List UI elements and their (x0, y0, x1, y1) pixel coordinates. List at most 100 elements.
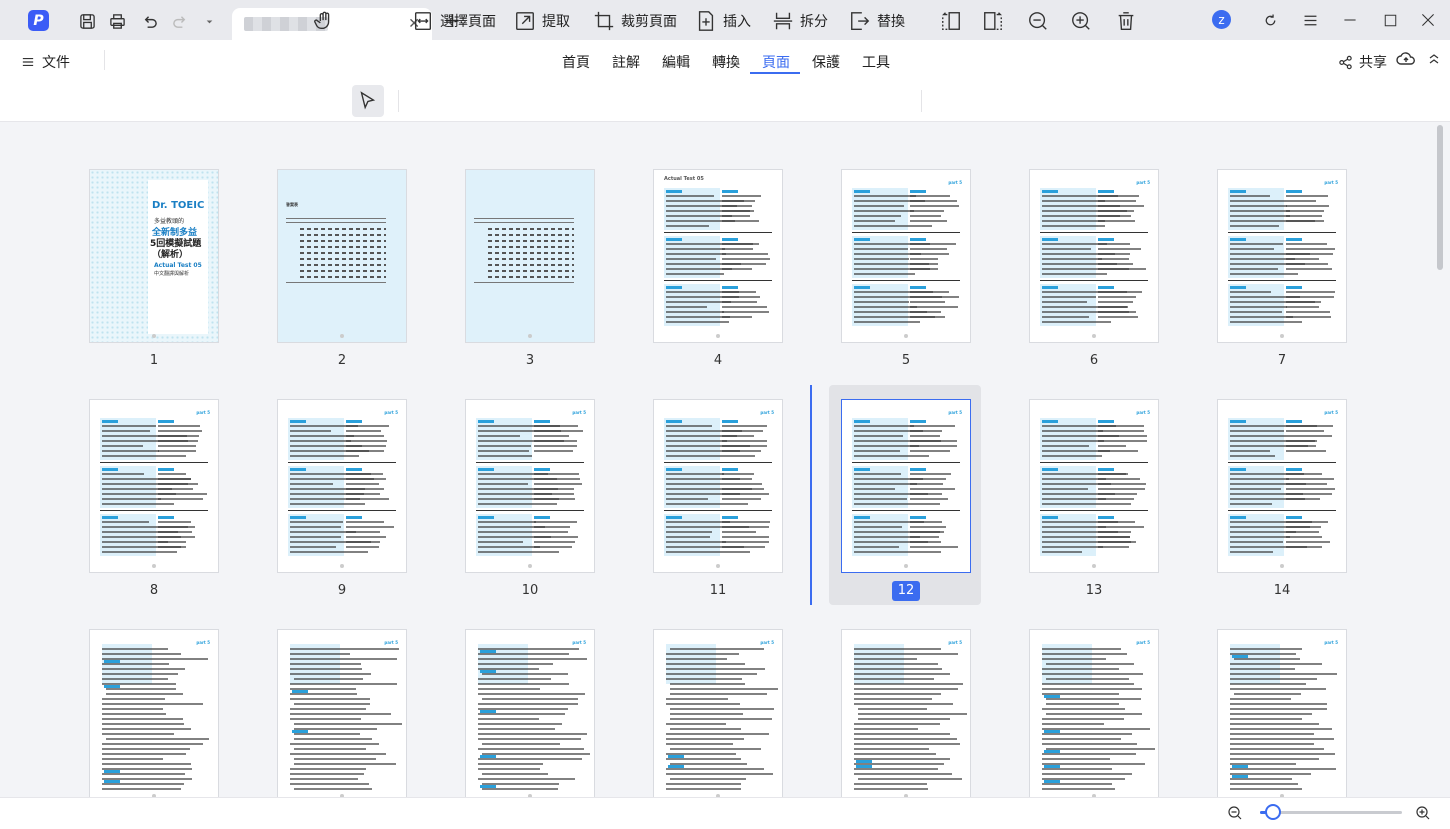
text-line (1042, 788, 1115, 790)
hand-tool-button[interactable] (313, 8, 335, 34)
undo-icon[interactable] (140, 12, 158, 30)
tab-home[interactable]: 首頁 (562, 52, 590, 72)
tab-annotate[interactable]: 註解 (612, 52, 640, 72)
page-thumbnail-17[interactable]: part 5 (465, 629, 595, 797)
sync-icon[interactable] (1260, 10, 1280, 30)
page-thumbnail-19[interactable]: part 5 (841, 629, 971, 797)
split-button[interactable]: 拆分 (772, 8, 828, 34)
answer-row (300, 252, 386, 254)
page-thumbnail-5[interactable]: part 5 (841, 169, 971, 343)
question-tag (1098, 286, 1114, 289)
insert-button[interactable]: 插入 (695, 8, 751, 34)
page-thumbnail-18[interactable]: part 5 (653, 629, 783, 797)
text-line (722, 296, 760, 298)
page-thumbnail-13[interactable]: part 5 (1029, 399, 1159, 573)
page-thumbnail-20[interactable]: part 5 (1029, 629, 1159, 797)
select-tool-button[interactable] (352, 85, 384, 117)
page-thumbnail-14[interactable]: part 5 (1217, 399, 1347, 573)
page-thumbnail-12[interactable]: part 5 (841, 399, 971, 573)
select-pages-button[interactable]: 選擇頁面 (412, 8, 496, 34)
question-tag (854, 468, 870, 471)
extract-button[interactable]: 提取 (514, 8, 570, 34)
question-tag (1286, 516, 1302, 519)
page-thumbnail-15[interactable]: part 5 (89, 629, 219, 797)
split-icon (773, 12, 793, 30)
redo-icon[interactable] (171, 12, 189, 30)
question-tag (1230, 238, 1246, 241)
hamburger-menu-icon[interactable] (1300, 10, 1320, 30)
collapse-toolbar-icon[interactable] (1428, 53, 1440, 69)
text-line (102, 753, 186, 755)
text-line (102, 723, 184, 725)
text-line (910, 306, 958, 308)
text-line (1042, 258, 1102, 260)
delete-page-button[interactable] (1115, 8, 1137, 34)
print-icon[interactable] (108, 12, 126, 30)
page-thumbnail-7[interactable]: part 5 (1217, 169, 1347, 343)
question-tag (534, 468, 550, 471)
page-thumbnail-10[interactable]: part 5 (465, 399, 595, 573)
page-thumbnail-21[interactable]: part 5 (1217, 629, 1347, 797)
text-line (102, 663, 169, 665)
text-line (1098, 430, 1144, 432)
crop-page-button[interactable]: 裁剪頁面 (593, 8, 677, 34)
page-thumbnail-16[interactable]: part 5 (277, 629, 407, 797)
tab-tools[interactable]: 工具 (862, 52, 890, 72)
text-line (1286, 493, 1332, 495)
text-line (722, 526, 769, 528)
zoom-slider-handle[interactable] (1265, 804, 1282, 820)
window-close-icon[interactable] (1418, 10, 1438, 30)
text-line (666, 248, 725, 250)
tab-page[interactable]: 頁面 (762, 52, 790, 72)
answer-sheet-rule (286, 222, 386, 223)
text-line (666, 663, 745, 665)
file-menu-button[interactable]: 文件 (22, 52, 70, 72)
text-line (854, 483, 917, 485)
rotate-right-button[interactable] (982, 8, 1004, 34)
cloud-upload-icon[interactable] (1396, 51, 1416, 71)
zoom-in-icon[interactable] (1416, 806, 1430, 820)
insert-page-icon (698, 11, 714, 31)
tab-edit[interactable]: 編輯 (662, 52, 690, 72)
text-line (910, 445, 957, 447)
page-thumbnail-11[interactable]: part 5 (653, 399, 783, 573)
page-thumbnail-1[interactable]: Dr. TOEIC 多益教頭的 全新制多益 5回模擬試題 （解析） Actual Test… (89, 169, 219, 343)
text-line (478, 503, 557, 505)
avatar[interactable]: z (1212, 10, 1231, 29)
page-thumbnail-8[interactable]: part 5 (89, 399, 219, 573)
page-thumbnail-9[interactable]: part 5 (277, 399, 407, 573)
save-icon[interactable] (78, 12, 96, 30)
zoom-slider-track[interactable] (1260, 811, 1402, 814)
minimize-icon[interactable] (1340, 10, 1360, 30)
share-button[interactable]: 共享 (1338, 52, 1387, 72)
text-line (1230, 673, 1337, 675)
text-line (1230, 743, 1314, 745)
text-line (346, 541, 380, 543)
text-line (1042, 478, 1106, 480)
text-line (1042, 546, 1103, 548)
text-line (854, 683, 963, 685)
text-line (1042, 658, 1106, 660)
chevron-down-icon[interactable] (200, 12, 218, 30)
zoom-in-button[interactable] (1070, 8, 1092, 34)
page-thumbnail-3[interactable] (465, 169, 595, 343)
text-line (534, 526, 570, 528)
zoom-out-icon[interactable] (1228, 806, 1242, 820)
page-number-label: 11 (709, 583, 727, 598)
text-line (1098, 220, 1135, 222)
tab-convert[interactable]: 轉換 (712, 52, 740, 72)
tab-protect[interactable]: 保護 (812, 52, 840, 72)
page-indicator-dot (1280, 564, 1284, 568)
replace-button[interactable]: 替換 (849, 8, 905, 34)
question-tag (910, 420, 926, 423)
rotate-left-button[interactable] (940, 8, 962, 34)
page-thumbnail-2[interactable]: 答案表 (277, 169, 407, 343)
answer-row (300, 246, 386, 248)
maximize-icon[interactable] (1380, 10, 1400, 30)
zoom-out-button[interactable] (1027, 8, 1049, 34)
page-thumbnail-4[interactable]: Actual Test 05 (653, 169, 783, 343)
page-indicator-dot (716, 334, 720, 338)
section-divider (1040, 510, 1148, 511)
vertical-scrollbar[interactable] (1437, 125, 1443, 270)
page-thumbnail-6[interactable]: part 5 (1029, 169, 1159, 343)
